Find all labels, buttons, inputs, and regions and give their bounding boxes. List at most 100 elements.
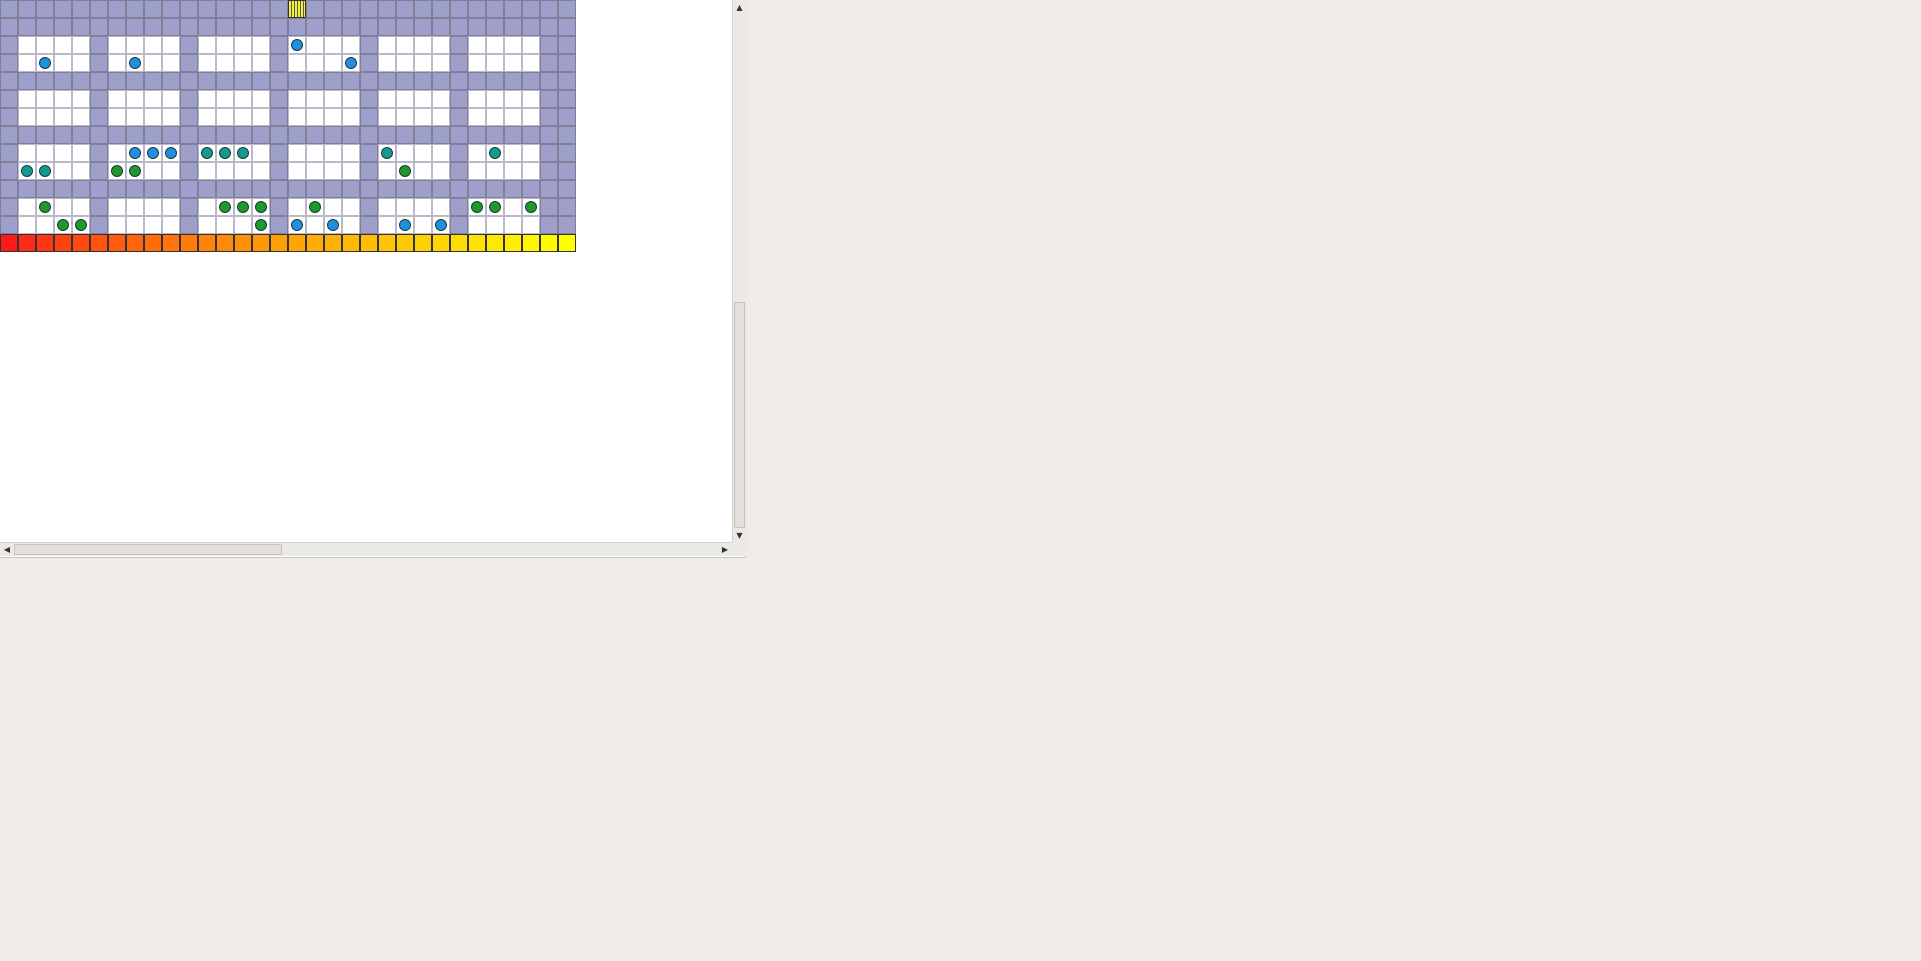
room-cell[interactable] <box>108 90 126 108</box>
room-cell[interactable] <box>324 54 342 72</box>
room-cell[interactable] <box>216 36 234 54</box>
wall-cell[interactable] <box>540 54 558 72</box>
room-cell[interactable] <box>486 162 504 180</box>
room-cell[interactable] <box>324 90 342 108</box>
room-cell[interactable] <box>72 144 90 162</box>
room-cell[interactable] <box>216 144 234 162</box>
wall-cell[interactable] <box>558 126 576 144</box>
room-cell[interactable] <box>216 162 234 180</box>
room-cell[interactable] <box>252 36 270 54</box>
room-cell[interactable] <box>126 108 144 126</box>
wall-cell[interactable] <box>72 18 90 36</box>
wall-cell[interactable] <box>90 162 108 180</box>
wall-cell[interactable] <box>450 72 468 90</box>
room-cell[interactable] <box>342 36 360 54</box>
room-cell[interactable] <box>342 90 360 108</box>
wall-cell[interactable] <box>180 108 198 126</box>
room-cell[interactable] <box>162 54 180 72</box>
wall-cell[interactable] <box>360 126 378 144</box>
wall-cell[interactable] <box>540 198 558 216</box>
green-marble[interactable] <box>111 165 123 177</box>
wall-cell[interactable] <box>54 18 72 36</box>
room-cell[interactable] <box>468 54 486 72</box>
wall-cell[interactable] <box>252 18 270 36</box>
wall-cell[interactable] <box>90 198 108 216</box>
wall-cell[interactable] <box>414 0 432 18</box>
wall-cell[interactable] <box>216 72 234 90</box>
wall-cell[interactable] <box>90 72 108 90</box>
vertical-scrollbar[interactable]: ▲ ▼ <box>732 0 746 542</box>
room-cell[interactable] <box>234 36 252 54</box>
wall-cell[interactable] <box>162 126 180 144</box>
color-swatch[interactable] <box>486 234 504 252</box>
room-cell[interactable] <box>378 162 396 180</box>
color-swatch[interactable] <box>288 234 306 252</box>
wall-cell[interactable] <box>270 126 288 144</box>
color-swatch[interactable] <box>468 234 486 252</box>
wall-cell[interactable] <box>0 198 18 216</box>
wall-cell[interactable] <box>558 144 576 162</box>
wall-cell[interactable] <box>144 126 162 144</box>
room-cell[interactable] <box>252 108 270 126</box>
wall-cell[interactable] <box>558 90 576 108</box>
wall-cell[interactable] <box>270 162 288 180</box>
room-cell[interactable] <box>324 108 342 126</box>
room-cell[interactable] <box>144 144 162 162</box>
wall-cell[interactable] <box>450 126 468 144</box>
room-cell[interactable] <box>144 54 162 72</box>
wall-cell[interactable] <box>252 180 270 198</box>
room-cell[interactable] <box>36 216 54 234</box>
wall-cell[interactable] <box>0 72 18 90</box>
room-cell[interactable] <box>306 36 324 54</box>
wall-cell[interactable] <box>486 180 504 198</box>
room-cell[interactable] <box>198 90 216 108</box>
wall-cell[interactable] <box>180 144 198 162</box>
wall-cell[interactable] <box>144 180 162 198</box>
blue-marble[interactable] <box>291 219 303 231</box>
room-cell[interactable] <box>198 162 216 180</box>
teal-marble[interactable] <box>381 147 393 159</box>
color-swatch[interactable] <box>414 234 432 252</box>
wall-cell[interactable] <box>540 162 558 180</box>
wall-cell[interactable] <box>108 180 126 198</box>
color-swatch[interactable] <box>522 234 540 252</box>
wall-cell[interactable] <box>432 126 450 144</box>
wall-cell[interactable] <box>306 0 324 18</box>
wall-cell[interactable] <box>504 0 522 18</box>
wall-cell[interactable] <box>342 0 360 18</box>
wall-cell[interactable] <box>108 72 126 90</box>
room-cell[interactable] <box>216 90 234 108</box>
wall-cell[interactable] <box>162 18 180 36</box>
wall-cell[interactable] <box>558 162 576 180</box>
room-cell[interactable] <box>288 36 306 54</box>
room-cell[interactable] <box>432 144 450 162</box>
color-swatch[interactable] <box>198 234 216 252</box>
wall-cell[interactable] <box>360 180 378 198</box>
room-cell[interactable] <box>486 54 504 72</box>
wall-cell[interactable] <box>162 72 180 90</box>
wall-cell[interactable] <box>0 126 18 144</box>
room-cell[interactable] <box>288 216 306 234</box>
wall-cell[interactable] <box>234 126 252 144</box>
wall-cell[interactable] <box>540 90 558 108</box>
wall-cell[interactable] <box>540 126 558 144</box>
room-cell[interactable] <box>288 108 306 126</box>
room-cell[interactable] <box>486 216 504 234</box>
room-cell[interactable] <box>162 144 180 162</box>
wall-cell[interactable] <box>486 0 504 18</box>
room-cell[interactable] <box>162 36 180 54</box>
color-swatch[interactable] <box>234 234 252 252</box>
wall-cell[interactable] <box>36 126 54 144</box>
room-cell[interactable] <box>396 36 414 54</box>
color-swatch[interactable] <box>0 234 18 252</box>
wall-cell[interactable] <box>180 162 198 180</box>
room-cell[interactable] <box>306 144 324 162</box>
wall-cell[interactable] <box>108 126 126 144</box>
room-cell[interactable] <box>36 198 54 216</box>
color-swatch[interactable] <box>54 234 72 252</box>
room-cell[interactable] <box>522 144 540 162</box>
wall-cell[interactable] <box>270 18 288 36</box>
room-cell[interactable] <box>18 144 36 162</box>
room-cell[interactable] <box>234 162 252 180</box>
room-cell[interactable] <box>468 144 486 162</box>
